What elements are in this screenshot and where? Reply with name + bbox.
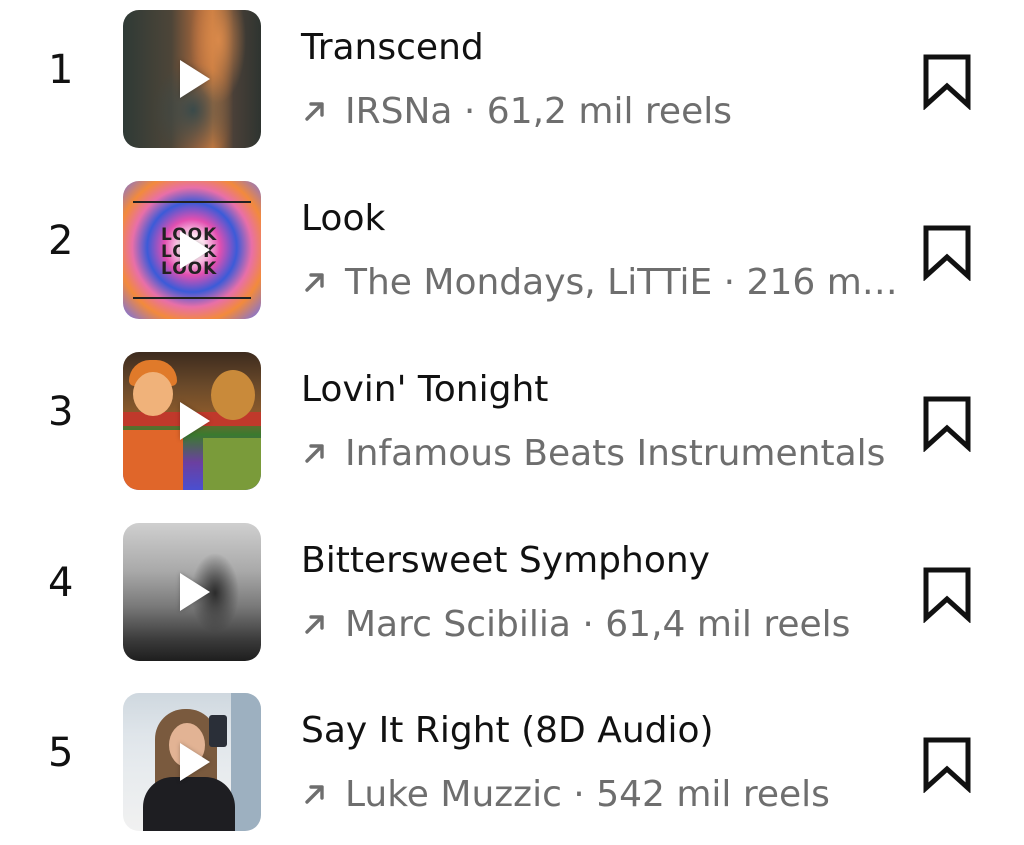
track-subtitle-line: IRSNa · 61,2 mil reels	[301, 90, 901, 134]
track-rank: 1	[48, 47, 74, 93]
cover-divider	[133, 297, 251, 299]
track-cover[interactable]	[123, 10, 261, 148]
track-row[interactable]: 1 Transcend IRSNa · 61,2 mil reels	[0, 0, 1024, 148]
bookmark-icon[interactable]	[921, 394, 973, 452]
track-subtitle-line: The Mondays, LiTTiE · 216 mil reels	[301, 261, 901, 305]
track-subtitle: Marc Scibilia · 61,4 mil reels	[345, 604, 851, 645]
track-row[interactable]: 4 Bittersweet Symphony Marc Scibilia · 6…	[0, 513, 1024, 661]
cover-figure	[133, 372, 173, 416]
play-icon[interactable]	[180, 60, 210, 98]
track-subtitle: Infamous Beats Instrumentals	[345, 433, 886, 474]
track-rank: 2	[48, 218, 74, 264]
track-title: Bittersweet Symphony	[301, 540, 710, 581]
track-title: Say It Right (8D Audio)	[301, 710, 714, 751]
track-cover[interactable]: LOOK LOOK LOOK	[123, 181, 261, 319]
cover-figure	[123, 430, 183, 490]
track-cover[interactable]	[123, 523, 261, 661]
track-subtitle-line: Luke Muzzic · 542 mil reels	[301, 773, 901, 817]
cover-figure	[203, 438, 261, 490]
track-cover[interactable]	[123, 693, 261, 831]
play-icon[interactable]	[180, 743, 210, 781]
trending-up-arrow-icon	[305, 444, 324, 463]
track-row[interactable]: 3 Lovin' Tonight Infamous Beats Instrume…	[0, 342, 1024, 490]
track-rank: 4	[48, 560, 74, 606]
bookmark-icon[interactable]	[921, 735, 973, 793]
trending-up-arrow-icon	[305, 273, 324, 292]
bookmark-icon[interactable]	[921, 565, 973, 623]
cover-figure	[209, 715, 227, 747]
trending-up-arrow-icon	[305, 615, 324, 634]
track-subtitle: IRSNa · 61,2 mil reels	[345, 91, 732, 132]
cover-figure	[211, 370, 255, 420]
play-icon[interactable]	[180, 573, 210, 611]
track-cover[interactable]	[123, 352, 261, 490]
track-rank: 3	[48, 389, 74, 435]
audio-track-list: 1 Transcend IRSNa · 61,2 mil reels 2 LOO…	[0, 0, 1024, 845]
track-subtitle-line: Marc Scibilia · 61,4 mil reels	[301, 603, 901, 647]
track-title: Lovin' Tonight	[301, 369, 549, 410]
track-rank: 5	[48, 730, 74, 776]
cover-divider	[133, 201, 251, 203]
play-icon[interactable]	[180, 231, 210, 269]
track-title: Look	[301, 198, 386, 239]
track-title: Transcend	[301, 27, 484, 68]
cover-figure	[143, 777, 235, 831]
track-subtitle-line: Infamous Beats Instrumentals	[301, 432, 901, 476]
track-subtitle: Luke Muzzic · 542 mil reels	[345, 774, 830, 815]
trending-up-arrow-icon	[305, 785, 324, 804]
bookmark-icon[interactable]	[921, 223, 973, 281]
track-row[interactable]: 5 Say It Right (8D Audio) Luke Muzzic · …	[0, 683, 1024, 831]
track-subtitle: The Mondays, LiTTiE · 216 mil reels	[345, 262, 901, 303]
play-icon[interactable]	[180, 402, 210, 440]
bookmark-icon[interactable]	[921, 52, 973, 110]
cover-figure	[231, 693, 261, 831]
trending-up-arrow-icon	[305, 102, 324, 121]
track-row[interactable]: 2 LOOK LOOK LOOK Look The Mondays, LiTTi…	[0, 171, 1024, 319]
